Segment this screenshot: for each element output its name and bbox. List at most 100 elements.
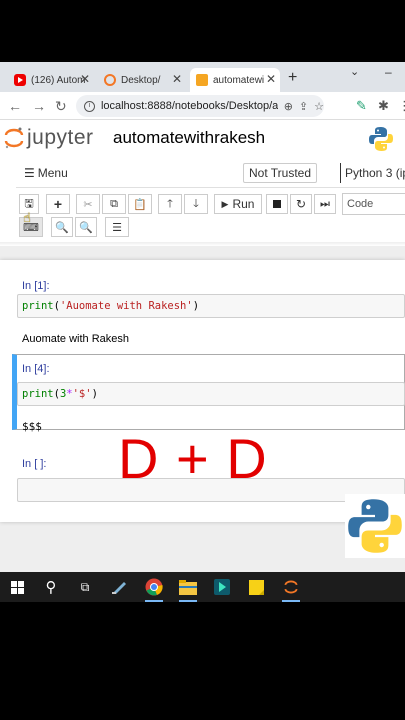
jupyter-brand[interactable]: jupyter <box>27 126 94 150</box>
notebook-icon <box>196 74 208 86</box>
tab-strip: (126) Autom ✕ Desktop/ ✕ automatewi ✕ + … <box>0 62 405 92</box>
cut-button[interactable]: ✂ <box>76 194 100 214</box>
move-up-button[interactable]: 🡑 <box>158 194 182 214</box>
python-watermark <box>345 494 405 558</box>
back-icon[interactable]: ← <box>8 98 22 114</box>
restart-run-all-button[interactable]: ⏭ <box>314 194 336 214</box>
address-bar[interactable]: i localhost:8888/notebooks/Desktop/aut..… <box>76 95 324 117</box>
run-button[interactable]: ▶ Run <box>214 194 262 214</box>
toc-button[interactable]: ☰ <box>105 217 129 237</box>
cell-type-select[interactable]: Code <box>342 193 405 215</box>
code-string: 'Auomate with Rakesh' <box>59 300 193 312</box>
kernel-indicator[interactable]: Python 3 (ip <box>340 163 405 183</box>
site-info-icon[interactable]: i <box>84 100 95 112</box>
extensions-icon[interactable]: ✱ <box>378 98 389 114</box>
overlay-caption: D + D <box>118 427 268 490</box>
screen: (126) Autom ✕ Desktop/ ✕ automatewi ✕ + … <box>0 0 405 720</box>
search-icon[interactable]: ⚲ <box>40 576 62 598</box>
new-tab-button[interactable]: + <box>288 69 297 87</box>
tab-youtube[interactable]: (126) Autom ✕ <box>8 68 94 92</box>
chrome-icon[interactable] <box>143 576 165 602</box>
fast-forward-icon: ⏭ <box>320 197 330 210</box>
menu-button[interactable]: ☰ Menu <box>24 166 68 180</box>
code-string: '$' <box>72 388 92 400</box>
interrupt-kernel-button[interactable] <box>266 194 288 214</box>
media-player-icon[interactable] <box>211 576 233 598</box>
hamburger-icon: ☰ <box>24 166 35 180</box>
address-bar-row: ← → ↻ i localhost:8888/notebooks/Desktop… <box>0 92 405 120</box>
notebook-title[interactable]: automatewithrakesh <box>113 128 265 148</box>
notebook-page: In [1]: print('Auomate with Rakesh') Auo… <box>0 260 405 522</box>
cell-2-output: $$$ <box>22 420 42 433</box>
jupyter-header: jupyter automatewithrakesh <box>0 120 405 160</box>
minimize-icon[interactable]: – <box>385 65 392 79</box>
paste-button[interactable]: 📋 <box>128 194 152 214</box>
toolbar: 🖫 + ✂ ⧉ 📋 🡑 🡓 ▶ Run ↻ ⏭ Code ⌨ ☝ 🔍 🔍 ☰ <box>16 192 405 242</box>
insert-cell-button[interactable]: + <box>46 194 70 214</box>
pen-extension-icon[interactable]: ✎ <box>356 98 367 114</box>
notepad-icon[interactable] <box>108 576 130 598</box>
tab-label: (126) Autom <box>31 74 86 86</box>
youtube-icon <box>14 74 26 86</box>
code-func: print <box>22 388 54 400</box>
cell-1-output: Auomate with Rakesh <box>22 333 129 345</box>
close-tab-icon[interactable]: ✕ <box>172 72 182 86</box>
zoom-in-icon: 🔍 <box>55 221 69 234</box>
list-icon: ☰ <box>112 221 122 234</box>
hand-cursor-icon: ☝ <box>23 210 31 225</box>
zoom-out-icon: 🔍 <box>79 221 93 234</box>
taskbar: ⚲ ⧉ <box>0 572 405 602</box>
tab-search-icon[interactable]: ⌄ <box>350 65 359 78</box>
browser-window: (126) Autom ✕ Desktop/ ✕ automatewi ✕ + … <box>0 62 405 572</box>
cell-2-input[interactable]: print(3*'$') <box>17 382 405 406</box>
trust-indicator[interactable]: Not Trusted <box>243 163 318 183</box>
restart-icon: ↻ <box>295 197 307 211</box>
close-tab-icon[interactable]: ✕ <box>266 72 276 86</box>
share-icon[interactable]: ⇪ <box>299 100 308 113</box>
code-paren: ) <box>192 300 200 312</box>
reload-icon[interactable]: ↻ <box>55 98 67 115</box>
stop-icon <box>273 200 281 208</box>
copy-icon: ⧉ <box>110 197 118 210</box>
tab-notebook[interactable]: automatewi ✕ <box>190 68 280 92</box>
url-text: localhost:8888/notebooks/Desktop/aut... <box>100 100 278 112</box>
task-view-icon[interactable]: ⧉ <box>74 576 96 598</box>
plus-icon: + <box>53 196 63 212</box>
notebook-area: In [1]: print('Auomate with Rakesh') Auo… <box>0 246 405 572</box>
jupyter-taskbar-icon[interactable] <box>280 576 302 602</box>
menu-icon[interactable]: ⋮ <box>398 98 405 114</box>
tab-label: Desktop/ <box>121 74 161 86</box>
code-paren: ) <box>91 388 98 400</box>
cell-1-prompt: In [1]: <box>22 280 50 292</box>
code-func: print <box>22 300 54 312</box>
jupyter-logo-icon[interactable] <box>4 125 24 151</box>
scissors-icon: ✂ <box>83 198 93 211</box>
run-label: Run <box>232 197 255 211</box>
jupyter-icon <box>104 74 116 86</box>
run-icon: ▶ <box>221 198 229 209</box>
zoom-in-button[interactable]: 🔍 <box>51 217 73 237</box>
file-explorer-icon[interactable] <box>177 576 199 602</box>
move-down-button[interactable]: 🡓 <box>184 194 208 214</box>
zoom-out-button[interactable]: 🔍 <box>75 217 97 237</box>
python-logo-icon <box>348 499 402 553</box>
zoom-icon[interactable]: ⊕ <box>284 100 293 113</box>
menu-bar: ☰ Menu Not Trusted Python 3 (ip <box>16 160 405 188</box>
python-logo-icon <box>369 127 393 151</box>
tab-desktop[interactable]: Desktop/ ✕ <box>98 68 186 92</box>
arrow-down-icon: 🡓 <box>193 197 199 210</box>
paste-icon: 📋 <box>133 198 147 211</box>
close-tab-icon[interactable]: ✕ <box>80 72 90 86</box>
copy-button[interactable]: ⧉ <box>102 194 126 214</box>
cell-2-prompt: In [4]: <box>22 363 50 375</box>
arrow-up-icon: 🡑 <box>167 197 173 210</box>
forward-icon[interactable]: → <box>32 98 46 114</box>
sticky-notes-icon[interactable] <box>245 576 267 598</box>
cell-3-prompt: In [ ]: <box>22 458 47 470</box>
cell-1-input[interactable]: print('Auomate with Rakesh') <box>17 294 405 318</box>
menu-label: Menu <box>37 166 68 180</box>
tab-label: automatewi <box>213 74 265 86</box>
windows-start-icon[interactable] <box>6 576 28 598</box>
restart-kernel-button[interactable]: ↻ <box>290 194 312 214</box>
bookmark-star-icon[interactable]: ☆ <box>314 100 324 113</box>
